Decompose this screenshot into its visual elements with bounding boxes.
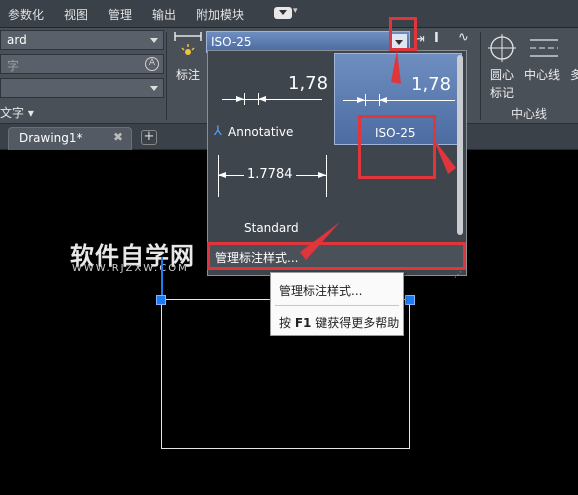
annotation-box-iso25 <box>358 115 436 179</box>
center-mark-label-1: 圆心 <box>490 68 515 82</box>
style-name-label: Standard <box>244 221 299 235</box>
tab-drawing1[interactable]: Drawing1* ✖ <box>8 127 132 150</box>
centerline-label: 中心线 <box>524 68 561 82</box>
extension-line <box>365 94 366 106</box>
center-mark-label-2: 标记 <box>490 86 515 100</box>
tooltip-help-key: F1 <box>294 316 312 330</box>
menu-item-addins[interactable]: 附加模块 <box>196 6 244 23</box>
tooltip-help-prefix: 按 <box>279 316 295 330</box>
gallery-cell-annotative[interactable]: ⅄ Annotative <box>212 121 332 141</box>
tooltip-title: 管理标注样式... <box>279 284 363 298</box>
extension-line <box>258 93 259 105</box>
dim-value: 1,78 <box>411 74 452 95</box>
dimension-button-label: 标注 <box>176 68 201 82</box>
tooltip-help-text: 按 F1 键获得更多帮助 <box>279 314 399 331</box>
divider <box>275 305 399 306</box>
text-height-combo[interactable] <box>0 78 164 98</box>
arrowhead <box>236 96 244 102</box>
extension-line <box>326 155 327 197</box>
text-style-combo[interactable]: ard <box>0 30 164 50</box>
annotation-box-dropdown <box>389 17 417 51</box>
chevron-down-icon[interactable] <box>150 38 158 43</box>
gallery-scrollbar[interactable] <box>457 55 463 235</box>
tab-label: Drawing1* <box>19 131 83 145</box>
dimension-icon <box>174 32 202 55</box>
menu-item-manage[interactable]: 管理 <box>108 6 132 23</box>
divider <box>166 32 167 120</box>
centerline-panel-title: 中心线 <box>510 107 547 121</box>
style-name-label: Annotative <box>228 125 294 139</box>
arrowhead <box>379 97 387 103</box>
menu-bar: 参数化 视图 管理 输出 附加模块 ▾ <box>0 0 578 28</box>
dim-style-value: ISO-25 <box>211 35 252 49</box>
plus-icon[interactable]: + <box>141 130 157 145</box>
selected-dimension-line[interactable] <box>161 257 163 299</box>
arrowhead <box>357 97 365 103</box>
annotation-box-manage <box>207 242 466 270</box>
search-placeholder: 字 <box>7 59 20 73</box>
dim-value: 1.7784 <box>244 167 296 182</box>
watermark-url: WWW.RJZXW.COM <box>72 263 189 274</box>
dimension-button[interactable] <box>168 28 204 98</box>
arrowhead <box>318 172 326 178</box>
grip-point[interactable] <box>405 295 415 305</box>
tooltip-help-suffix: 键获得更多帮助 <box>311 316 400 330</box>
text-panel-title[interactable]: 文字 ▾ <box>0 102 164 122</box>
center-mark-icon[interactable] <box>486 32 518 64</box>
tooltip: 管理标注样式... 按 F1 键获得更多帮助 <box>270 272 404 336</box>
gallery-cell-standard[interactable]: 1.7784 Standard <box>212 147 332 239</box>
text-style-value: ard <box>7 33 27 47</box>
search-icon[interactable]: A <box>145 57 159 71</box>
grip-point[interactable] <box>156 295 166 305</box>
menu-item-parametric[interactable]: 参数化 <box>8 6 44 23</box>
text-search-field[interactable]: 字 A <box>0 54 164 74</box>
chevron-down-icon[interactable] <box>150 86 158 91</box>
arrowhead <box>218 172 226 178</box>
centerline-icon[interactable] <box>528 32 560 64</box>
close-icon[interactable]: ✖ <box>113 130 123 144</box>
chevron-down-icon[interactable]: ▾ <box>293 6 298 16</box>
ribbon-toggle-icon[interactable] <box>274 7 292 19</box>
dim-text-edit-icon[interactable]: I <box>434 31 439 46</box>
dim-value: 1,78 <box>288 73 329 94</box>
dim-break-icon[interactable]: ∿ <box>458 30 469 45</box>
menu-item-output[interactable]: 输出 <box>152 6 176 23</box>
more-tool-label[interactable]: 多 <box>570 66 578 83</box>
arrowhead <box>258 96 266 102</box>
extension-line <box>244 93 245 105</box>
annotative-icon: ⅄ <box>214 124 222 139</box>
extension-line <box>379 94 380 106</box>
resize-grip-icon[interactable]: ⋰ <box>454 270 462 279</box>
menu-item-view[interactable]: 视图 <box>64 6 88 23</box>
